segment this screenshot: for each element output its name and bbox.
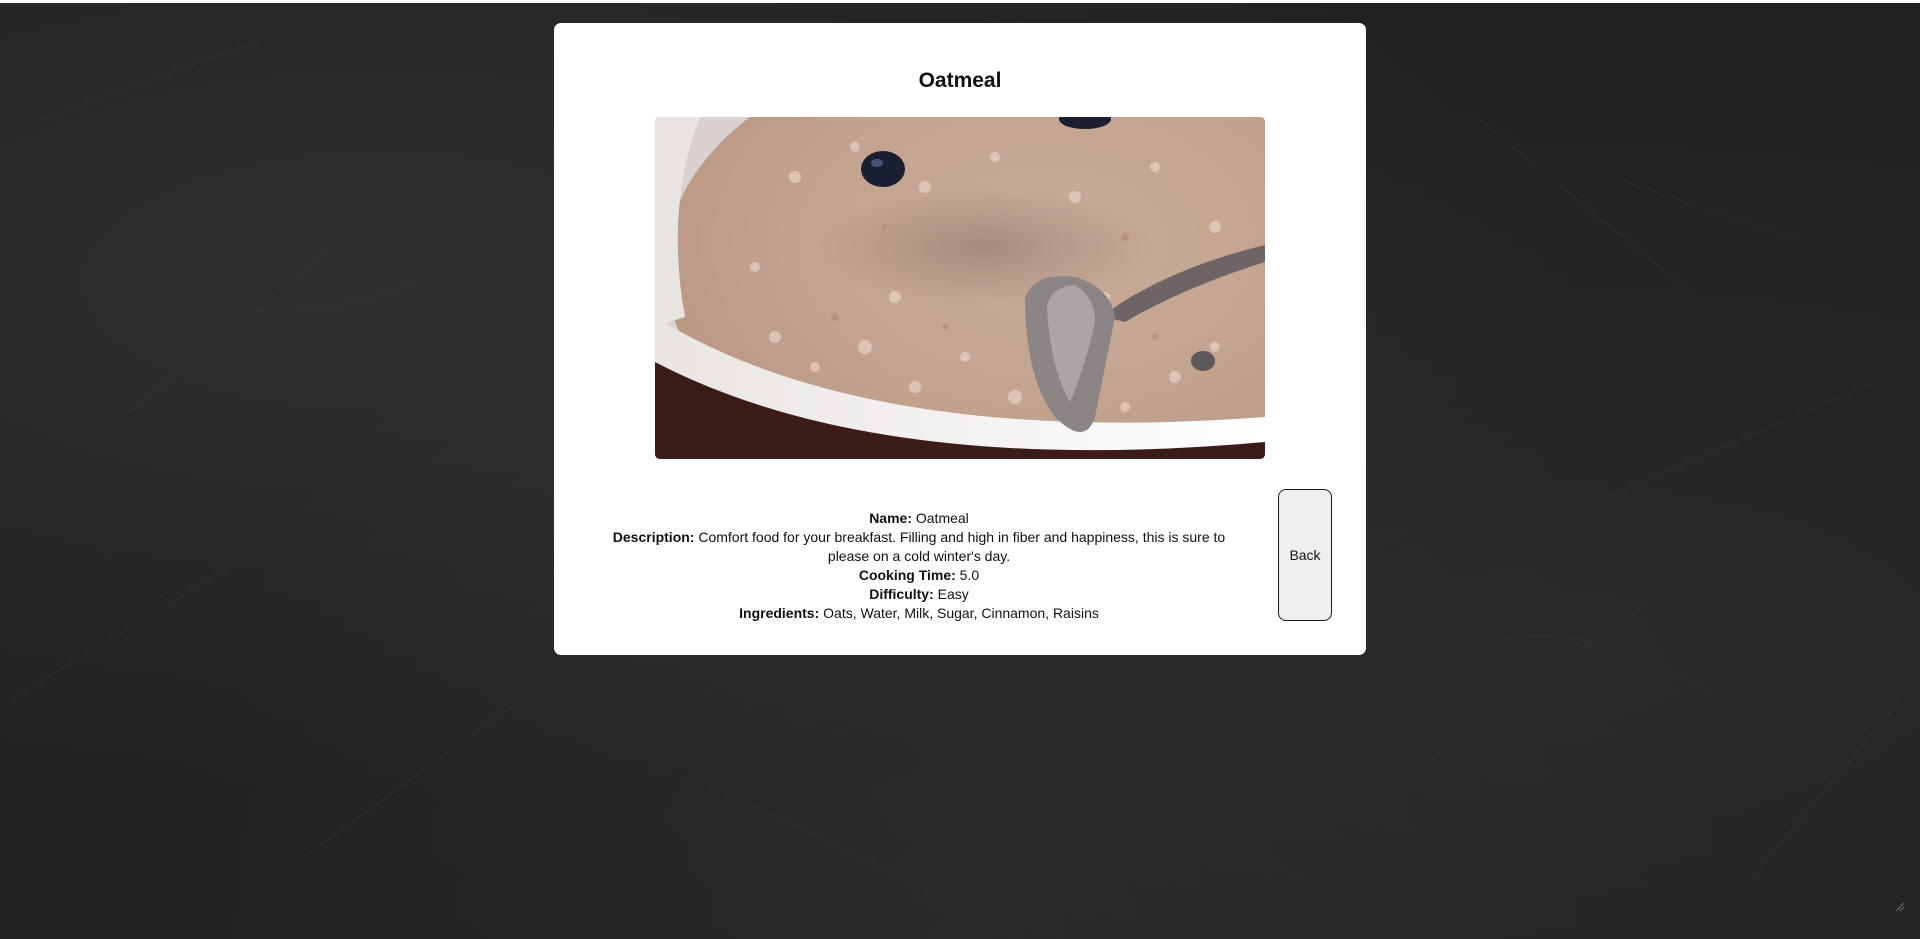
detail-name: Name: Oatmeal bbox=[594, 509, 1244, 528]
detail-value: Easy bbox=[933, 586, 969, 602]
detail-label: Ingredients: bbox=[739, 605, 820, 621]
resize-grip-icon bbox=[1894, 901, 1906, 913]
detail-label: Name: bbox=[869, 510, 912, 526]
back-button[interactable]: Back bbox=[1278, 489, 1332, 621]
recipe-details: Name: Oatmeal Description: Comfort food … bbox=[594, 509, 1244, 623]
recipe-photo bbox=[655, 117, 1265, 459]
detail-value: Oatmeal bbox=[911, 510, 969, 526]
detail-value: Comfort food for your breakfast. Filling… bbox=[694, 529, 1226, 564]
detail-ingredients: Ingredients: Oats, Water, Milk, Sugar, C… bbox=[594, 604, 1244, 623]
detail-label: Cooking Time: bbox=[858, 567, 956, 583]
detail-cooking-time: Cooking Time: 5.0 bbox=[594, 566, 1244, 585]
detail-difficulty: Difficulty: Easy bbox=[594, 585, 1244, 604]
top-strip bbox=[0, 0, 1920, 3]
detail-label: Difficulty: bbox=[869, 586, 934, 602]
detail-description: Description: Comfort food for your break… bbox=[594, 528, 1244, 566]
detail-value: Oats, Water, Milk, Sugar, Cinnamon, Rais… bbox=[819, 605, 1099, 621]
recipe-title: Oatmeal bbox=[918, 69, 1002, 92]
recipe-card: Oatmeal Name: Oatmeal Description: Comfo… bbox=[554, 23, 1366, 655]
detail-value: 5.0 bbox=[955, 567, 980, 583]
detail-label: Description: bbox=[612, 529, 695, 545]
